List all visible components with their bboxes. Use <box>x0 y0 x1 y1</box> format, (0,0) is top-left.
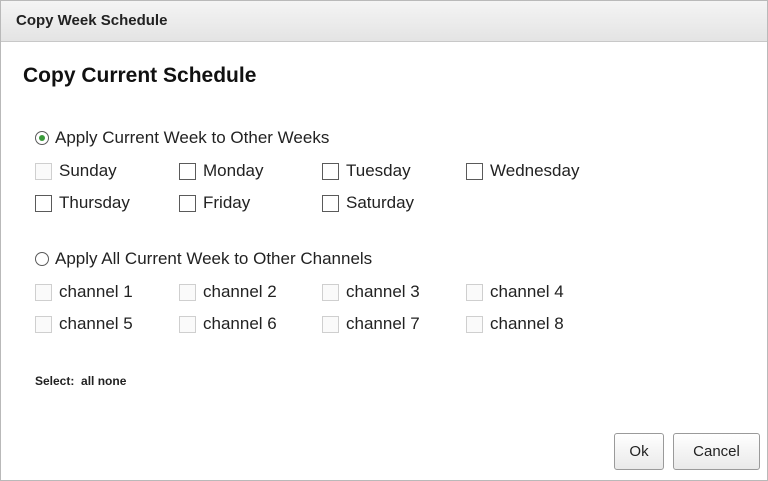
checkbox-box[interactable] <box>322 283 339 301</box>
checkbox-channel-8[interactable]: channel 8 <box>466 314 564 334</box>
checkbox-channel-5[interactable]: channel 5 <box>35 314 133 334</box>
apply-week-to-weeks-label: Apply Current Week to Other Weeks <box>55 128 330 147</box>
checkbox-label: channel 8 <box>490 314 564 333</box>
checkbox-box[interactable] <box>466 283 483 301</box>
checkbox-label: Friday <box>203 193 251 212</box>
select-label: Select: <box>35 374 75 388</box>
checkbox-label: Tuesday <box>346 161 411 180</box>
checkbox-box[interactable] <box>35 315 52 333</box>
checkbox-channel-2[interactable]: channel 2 <box>179 282 277 302</box>
checkbox-label: channel 3 <box>346 282 420 301</box>
ok-button[interactable]: Ok <box>614 433 664 470</box>
radio-indicator-channels[interactable] <box>35 252 49 266</box>
copy-week-schedule-dialog: Copy Week Schedule Copy Current Schedule… <box>0 0 768 481</box>
checkbox-box[interactable] <box>322 315 339 333</box>
checkbox-label: channel 6 <box>203 314 277 333</box>
radio-indicator-weeks[interactable] <box>35 131 49 145</box>
checkbox-label: Wednesday <box>490 161 580 180</box>
checkbox-saturday[interactable]: Saturday <box>322 193 414 213</box>
select-all-link[interactable]: all <box>81 374 94 388</box>
checkbox-label: Thursday <box>59 193 130 212</box>
checkbox-label: channel 2 <box>203 282 277 301</box>
checkbox-label: channel 5 <box>59 314 133 333</box>
checkbox-label: Saturday <box>346 193 415 212</box>
checkbox-box[interactable] <box>322 162 339 180</box>
checkbox-label: Sunday <box>59 161 117 180</box>
checkbox-box[interactable] <box>466 162 483 180</box>
checkbox-friday[interactable]: Friday <box>179 193 250 213</box>
checkbox-box[interactable] <box>35 162 52 180</box>
apply-week-to-weeks-radio[interactable]: Apply Current Week to Other Weeks <box>35 128 329 148</box>
checkbox-box[interactable] <box>179 315 196 333</box>
select-none-link[interactable]: none <box>98 374 127 388</box>
checkbox-channel-3[interactable]: channel 3 <box>322 282 420 302</box>
checkbox-wednesday[interactable]: Wednesday <box>466 161 579 181</box>
checkbox-box[interactable] <box>179 162 196 180</box>
checkbox-sunday[interactable]: Sunday <box>35 161 117 181</box>
checkbox-monday[interactable]: Monday <box>179 161 263 181</box>
dialog-titlebar[interactable]: Copy Week Schedule <box>1 1 767 42</box>
checkbox-box[interactable] <box>466 315 483 333</box>
checkbox-label: Monday <box>203 161 264 180</box>
checkbox-channel-1[interactable]: channel 1 <box>35 282 133 302</box>
page-title: Copy Current Schedule <box>23 64 257 87</box>
checkbox-channel-7[interactable]: channel 7 <box>322 314 420 334</box>
checkbox-thursday[interactable]: Thursday <box>35 193 130 213</box>
checkbox-label: channel 4 <box>490 282 564 301</box>
checkbox-box[interactable] <box>35 283 52 301</box>
select-controls: Select: all none <box>35 374 126 388</box>
checkbox-label: channel 1 <box>59 282 133 301</box>
checkbox-box[interactable] <box>179 283 196 301</box>
checkbox-channel-6[interactable]: channel 6 <box>179 314 277 334</box>
apply-week-to-channels-label: Apply All Current Week to Other Channels <box>55 249 373 268</box>
checkbox-label: channel 7 <box>346 314 420 333</box>
cancel-button[interactable]: Cancel <box>673 433 760 470</box>
checkbox-tuesday[interactable]: Tuesday <box>322 161 411 181</box>
apply-week-to-channels-radio[interactable]: Apply All Current Week to Other Channels <box>35 249 372 269</box>
checkbox-box[interactable] <box>179 194 196 212</box>
checkbox-box[interactable] <box>35 194 52 212</box>
dialog-title: Copy Week Schedule <box>16 12 168 29</box>
checkbox-box[interactable] <box>322 194 339 212</box>
checkbox-channel-4[interactable]: channel 4 <box>466 282 564 302</box>
